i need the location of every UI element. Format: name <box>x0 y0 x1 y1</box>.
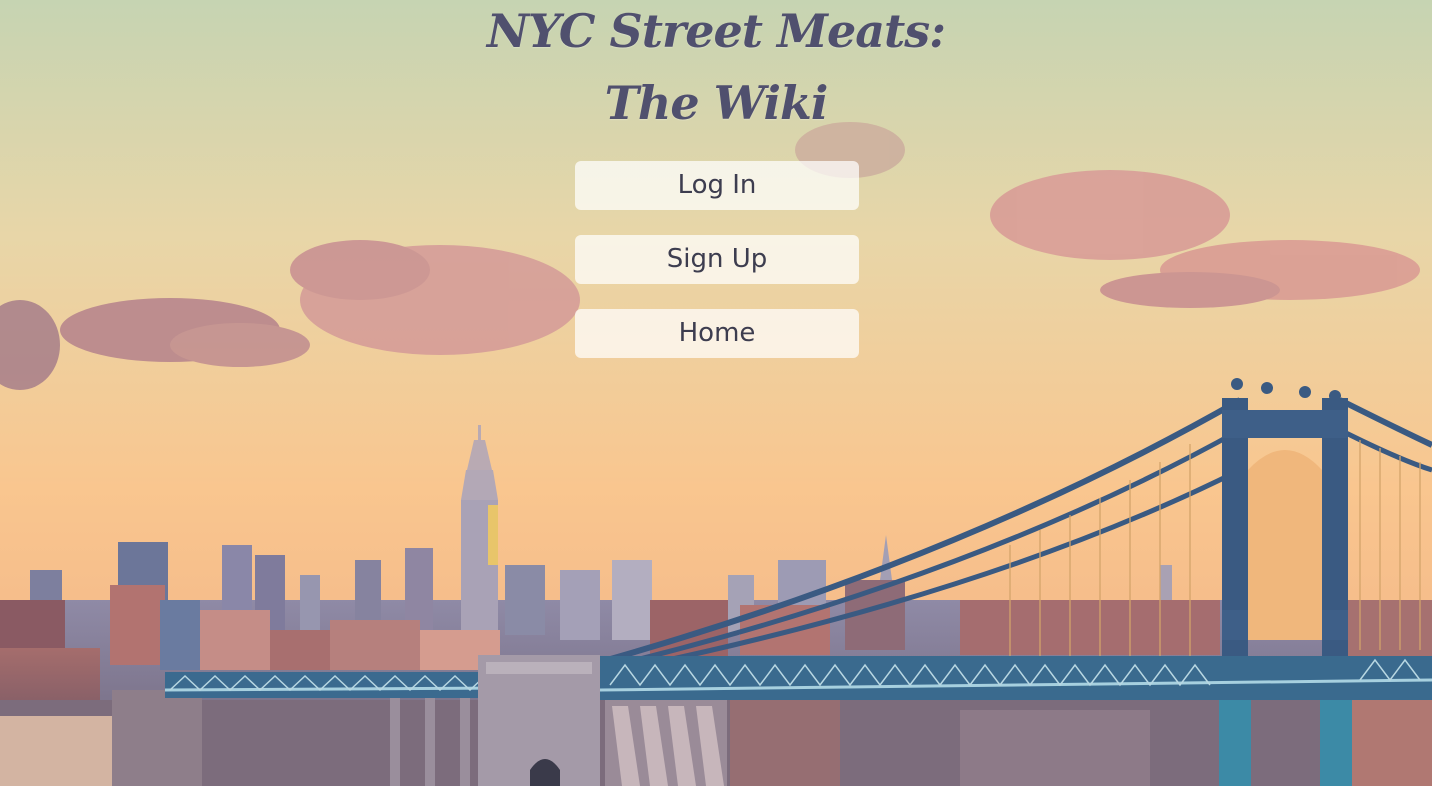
site-title-line-1: NYC Street Meats: <box>486 4 946 58</box>
log-in-button[interactable]: Log In <box>575 161 859 210</box>
sign-up-button[interactable]: Sign Up <box>575 235 859 284</box>
site-title-line-2: The Wiki <box>604 76 829 130</box>
home-button[interactable]: Home <box>575 309 859 358</box>
